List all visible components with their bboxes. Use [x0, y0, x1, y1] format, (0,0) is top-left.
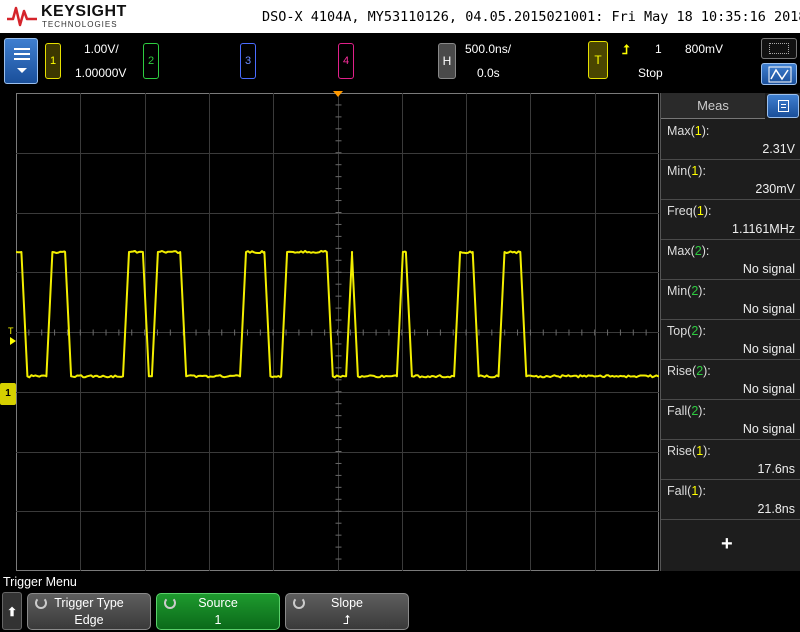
measurement-name: Rise(2):: [667, 364, 711, 378]
measurement-item[interactable]: Fall(2): No signal: [661, 400, 800, 440]
channel-3-button[interactable]: 3: [240, 43, 256, 79]
measurement-name: Top(2):: [667, 324, 706, 338]
slope-softkey[interactable]: Slope ⮥: [285, 593, 409, 630]
arrow-up-icon: ⬆: [7, 605, 17, 619]
measurement-value: 230mV: [755, 182, 795, 196]
control-bar: 1 1.00V/ 1.00000V 2 3 4 H 500.0ns/ 0.0s …: [0, 33, 800, 91]
channel-2-button[interactable]: 2: [143, 43, 159, 79]
trigger-position-marker: [333, 91, 343, 97]
measurement-value: No signal: [743, 262, 795, 276]
main-menu-button[interactable]: [4, 38, 38, 84]
measurements-panel: Meas Max(1): 2.31V Min(1): 230mV Freq(1): 1.1…: [660, 93, 800, 571]
measurement-item[interactable]: Rise(1): 17.6ns: [661, 440, 800, 480]
measurement-item[interactable]: Max(1): 2.31V: [661, 120, 800, 160]
measurement-list-button[interactable]: [767, 94, 799, 118]
waveform-display[interactable]: [16, 93, 659, 571]
measurement-item[interactable]: Rise(2): No signal: [661, 360, 800, 400]
menu-icon: [14, 48, 30, 60]
measurement-name: Fall(1):: [667, 484, 706, 498]
brand-subtitle: TECHNOLOGIES: [42, 20, 118, 29]
channel-1-offset: 1.00000V: [75, 66, 126, 80]
measurement-item[interactable]: Freq(1): 1.1161MHz: [661, 200, 800, 240]
horizontal-delay: 0.0s: [477, 66, 500, 80]
grid-icon: [769, 43, 789, 54]
channel-1-ground-marker[interactable]: 1: [0, 383, 16, 405]
trigger-type-softkey[interactable]: Trigger Type Edge: [27, 593, 151, 630]
acquisition-status: Stop: [638, 66, 663, 80]
add-measurement-button[interactable]: +: [721, 533, 733, 556]
measurement-item[interactable]: Min(2): No signal: [661, 280, 800, 320]
measurement-name: Min(2):: [667, 284, 706, 298]
trigger-level-marker[interactable]: [10, 337, 16, 345]
source-softkey[interactable]: Source 1: [156, 593, 280, 630]
chevron-down-icon: [17, 68, 27, 73]
softkey-value: 1: [157, 613, 279, 627]
timebase-value: 500.0ns/: [465, 42, 511, 56]
trigger-source: 1: [655, 42, 662, 56]
channel-1-scale: 1.00V/: [84, 42, 119, 56]
softkey-label: Slope: [286, 596, 408, 610]
trigger-level-label: T: [8, 326, 14, 336]
horizontal-button[interactable]: H: [438, 43, 456, 79]
softkey-menu-title: Trigger Menu: [3, 575, 77, 589]
brand-name: KEYSIGHT: [41, 3, 127, 21]
measurement-name: Max(2):: [667, 244, 709, 258]
display-grid-button[interactable]: [761, 38, 797, 59]
channel-1-waveform: [16, 251, 659, 378]
channel-4-button[interactable]: 4: [338, 43, 354, 79]
measurement-item[interactable]: Top(2): No signal: [661, 320, 800, 360]
trigger-level: 800mV: [685, 42, 723, 56]
measurement-value: No signal: [743, 342, 795, 356]
measurement-value: No signal: [743, 382, 795, 396]
measurement-value: 21.8ns: [757, 502, 795, 516]
measurement-value: 17.6ns: [757, 462, 795, 476]
softkey-value: ⮥: [286, 613, 408, 628]
measurement-name: Freq(1):: [667, 204, 711, 218]
back-button[interactable]: ⬆: [2, 592, 22, 630]
measurement-name: Min(1):: [667, 164, 706, 178]
tab-meas[interactable]: Meas: [661, 93, 765, 119]
measurement-name: Rise(1):: [667, 444, 711, 458]
measurement-name: Max(1):: [667, 124, 709, 138]
instrument-title: DSO-X 4104A, MY53110126, 04.05.201502100…: [262, 9, 800, 25]
graticule: [16, 93, 659, 571]
measurement-value: No signal: [743, 422, 795, 436]
measurement-item[interactable]: Fall(1): 21.8ns: [661, 480, 800, 520]
measurement-value: 2.31V: [762, 142, 795, 156]
measurement-item[interactable]: Max(2): No signal: [661, 240, 800, 280]
measurement-name: Fall(2):: [667, 404, 706, 418]
trigger-button[interactable]: T: [588, 41, 608, 79]
title-bar: KEYSIGHT TECHNOLOGIES DSO-X 4104A, MY531…: [0, 0, 800, 33]
softkey-bar: Trigger Menu ⬆ Trigger Type Edge Source …: [0, 572, 800, 632]
list-icon: [778, 100, 789, 112]
softkey-label: Trigger Type: [28, 596, 150, 610]
autoscale-icon: [762, 64, 798, 86]
keysight-logo-icon: [6, 5, 38, 27]
autoscale-button[interactable]: [761, 63, 797, 85]
measurement-value: No signal: [743, 302, 795, 316]
softkey-label: Source: [157, 596, 279, 610]
rising-edge-icon: ⮥: [622, 42, 630, 58]
measurement-item[interactable]: Min(1): 230mV: [661, 160, 800, 200]
channel-1-button[interactable]: 1: [45, 43, 61, 79]
graticule-grid: [16, 93, 659, 571]
measurement-value: 1.1161MHz: [732, 222, 795, 236]
softkey-value: Edge: [28, 613, 150, 627]
